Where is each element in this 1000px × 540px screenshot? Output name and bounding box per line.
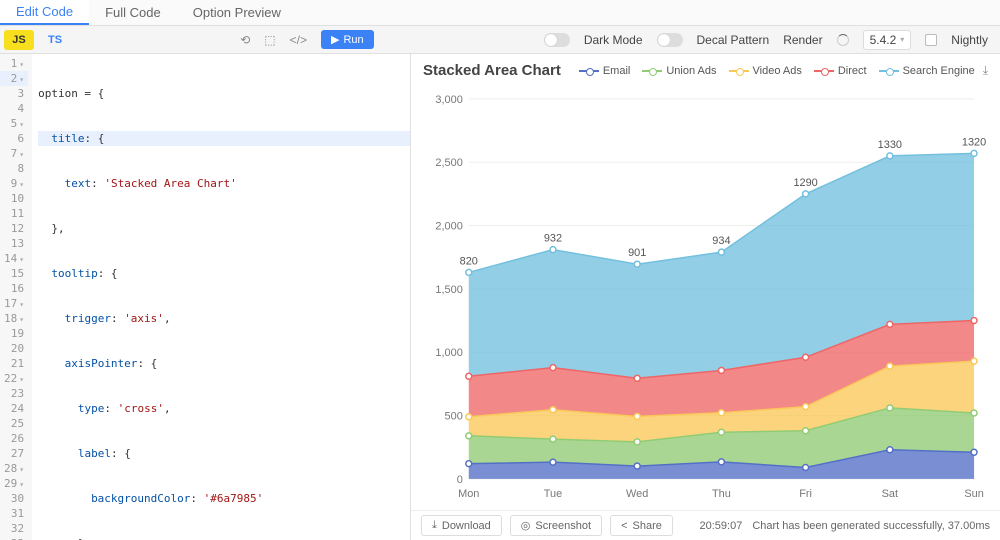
decal-toggle[interactable] [657,33,683,47]
top-tabs: Edit Code Full Code Option Preview [0,0,1000,26]
code-icon[interactable]: </> [290,33,307,47]
svg-text:Thu: Thu [712,488,731,500]
legend-direct[interactable]: Direct [814,65,867,77]
footer-time: 20:59:07 [700,520,743,532]
stacked-area-chart: 0 500 1,000 1,500 2,000 2,500 3,000 820 932 901 93… [423,79,988,507]
play-icon: ▶ [331,33,339,46]
legend-union-ads[interactable]: Union Ads [642,65,716,77]
line-gutter: 1234567891011121314151617181920212223242… [0,54,32,540]
subbar: JS TS ⟲ ⬚ </> ▶ Run Dark Mode Decal Patte… [0,26,1000,54]
code-content[interactable]: option = { title: { text: 'Stacked Area … [32,54,410,540]
render-label: Render [783,33,822,47]
nightly-label: Nightly [951,33,988,47]
tab-full-code[interactable]: Full Code [89,0,177,25]
svg-text:1320: 1320 [962,136,986,148]
legend-search-engine[interactable]: Search Engine [879,65,975,77]
svg-text:Sun: Sun [964,488,983,500]
svg-text:Sat: Sat [882,488,898,500]
code-editor[interactable]: 1234567891011121314151617181920212223242… [0,54,410,540]
svg-text:3,000: 3,000 [435,94,462,106]
lang-js-button[interactable]: JS [4,30,34,50]
svg-text:0: 0 [457,474,463,486]
chevron-down-icon: ▾ [900,35,904,44]
svg-text:2,500: 2,500 [435,157,462,169]
screenshot-button[interactable]: ◎Screenshot [510,515,602,536]
legend-video-ads[interactable]: Video Ads [729,65,802,77]
decal-label: Decal Pattern [697,33,770,47]
chart-title: Stacked Area Chart [423,62,561,79]
svg-text:934: 934 [712,235,730,247]
legend-email[interactable]: Email [579,65,631,77]
chart-legend: Email Union Ads Video Ads Direct Search … [579,65,975,77]
version-select[interactable]: 5.4.2▾ [863,30,912,50]
svg-text:Tue: Tue [544,488,562,500]
dark-mode-toggle[interactable] [544,33,570,47]
footer-status: Chart has been generated successfully, 3… [752,520,990,532]
cube-icon[interactable]: ⬚ [264,33,275,47]
svg-text:820: 820 [460,255,478,267]
tab-option-preview[interactable]: Option Preview [177,0,297,25]
svg-text:1,500: 1,500 [435,284,462,296]
svg-text:1330: 1330 [878,139,902,151]
share-button[interactable]: <Share [610,515,673,536]
chart-footer: ⤓Download ◎Screenshot <Share 20:59:07 Ch… [411,510,1000,540]
svg-text:Mon: Mon [458,488,479,500]
version-value: 5.4.2 [870,33,897,47]
camera-icon: ◎ [521,519,531,532]
svg-text:932: 932 [544,233,562,245]
svg-text:500: 500 [445,411,463,423]
refresh-icon[interactable]: ⟲ [240,33,250,47]
svg-text:2,000: 2,000 [435,221,462,233]
nightly-checkbox[interactable] [925,34,937,46]
share-icon: < [621,520,627,532]
tab-edit-code[interactable]: Edit Code [0,0,89,25]
render-spinner-icon [837,34,849,46]
svg-text:Fri: Fri [799,488,812,500]
svg-text:1290: 1290 [793,177,817,189]
svg-text:Wed: Wed [626,488,648,500]
run-button[interactable]: ▶ Run [321,30,374,49]
download-small-icon: ⤓ [432,519,437,532]
lang-ts-button[interactable]: TS [40,30,70,50]
run-label: Run [343,34,363,46]
svg-text:1,000: 1,000 [435,347,462,359]
dark-mode-label: Dark Mode [584,33,643,47]
download-icon[interactable]: ⤓ [983,63,988,78]
svg-text:901: 901 [628,247,646,259]
download-button[interactable]: ⤓Download [421,515,502,536]
